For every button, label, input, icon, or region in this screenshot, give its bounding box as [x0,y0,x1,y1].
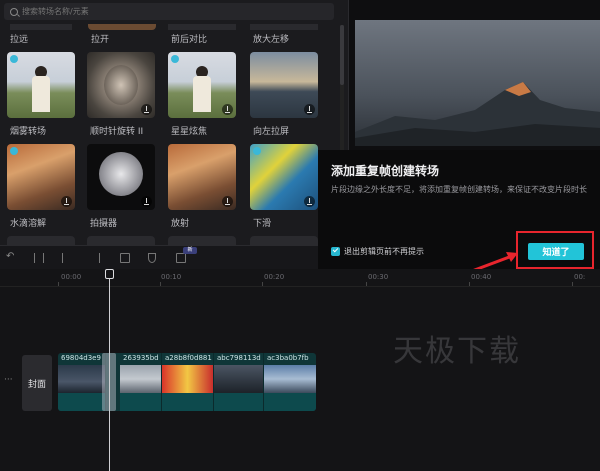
ruler-label: 00: [574,273,586,281]
timeline-panel: 00:00 00:10 00:20 00:30 00:40 00: ··· 封面… [0,269,600,471]
trim-left-icon[interactable] [62,253,72,263]
tile-label: 前后对比 [171,35,208,45]
playhead-handle[interactable] [105,269,114,279]
tile-label: 顺时针旋转 II [90,127,144,137]
preview-image [355,20,600,146]
video-clip[interactable]: 263935bd [120,353,162,411]
tile-label: 水滴溶解 [10,219,47,229]
ruler-label: 00:20 [264,273,285,281]
transition-tile-camera[interactable] [87,144,155,210]
video-clip[interactable]: abc798113d [214,353,264,411]
preview-panel [348,0,600,150]
download-icon[interactable] [222,196,233,207]
tile-top-partial[interactable] [250,24,318,30]
tile-top-partial[interactable] [88,24,156,30]
shield-icon[interactable] [148,253,156,263]
tile-label: 放大左移 [253,35,290,45]
new-badge: 新 [183,247,197,254]
tile-bottom-partial[interactable] [7,236,75,245]
clip-name: a28b8f0d881 [165,354,212,362]
tile-label: 拍摄器 [90,219,118,229]
playhead[interactable] [109,269,110,471]
scrollbar-thumb[interactable] [340,25,344,85]
transition-tile-radial[interactable] [168,144,236,210]
transition-tile-water[interactable] [7,144,75,210]
dialog-title: 添加重复帧创建转场 [331,164,440,178]
clip-name: ac3ba0b7fb [267,354,309,362]
tile-label: 向左拉屏 [253,127,290,137]
timeline-toolbar: ↶ 新 [0,245,318,269]
featured-icon [171,55,179,63]
split-icon[interactable] [34,253,44,263]
clip-name: abc798113d [217,354,261,362]
search-bar[interactable] [4,3,334,20]
tile-label: 拉开 [91,35,110,45]
download-icon[interactable] [304,104,315,115]
tile-label: 星星炫焦 [171,127,208,137]
tile-label: 下滑 [253,219,272,229]
tile-label: 拉远 [10,35,29,45]
more-options-button[interactable]: ··· [4,375,13,385]
clip-name: 263935bd [123,354,159,362]
ruler-label: 00:30 [368,273,389,281]
search-input[interactable] [22,7,322,16]
watermark: 天极下载 [393,334,521,369]
transition-tile-slide-down[interactable] [250,144,318,210]
ruler-label: 00:00 [61,273,82,281]
cover-button[interactable]: 封面 [22,355,52,411]
featured-icon [253,147,261,155]
tile-bottom-partial[interactable] [87,236,155,245]
download-icon[interactable] [141,196,152,207]
tile-bottom-partial[interactable] [250,236,318,245]
ruler-label: 00:40 [471,273,492,281]
transition-tile-rotate[interactable] [87,52,155,118]
transition-tile-star[interactable] [168,52,236,118]
freeze-frame-icon[interactable] [176,253,186,263]
download-icon[interactable] [61,196,72,207]
video-clip[interactable]: 69804d3e9 [58,353,106,411]
ruler-label: 00:10 [161,273,182,281]
download-icon[interactable] [304,196,315,207]
undo-icon[interactable]: ↶ [6,251,16,262]
featured-icon [10,55,18,63]
download-icon[interactable] [141,104,152,115]
video-clip[interactable]: a28b8f0d881 [162,353,214,411]
tile-label: 放射 [171,219,190,229]
highlight-box [516,231,594,269]
tile-top-partial[interactable] [168,24,236,30]
download-icon[interactable] [222,104,233,115]
search-icon [10,7,18,16]
video-clip[interactable]: ac3ba0b7fb [264,353,316,411]
tile-label: 烟雾转场 [10,127,47,137]
tile-bottom-partial[interactable] [168,236,236,245]
transition-library-panel: 拉远 拉开 前后对比 放大左移 烟雾转场 顺时针旋转 II 星星炫焦 向左拉屏 … [0,0,348,245]
trim-right-icon[interactable] [90,253,100,263]
dont-show-again-checkbox[interactable] [331,247,340,256]
checkbox-label: 退出剪辑页前不再提示 [344,247,424,256]
transition-tile-smoke[interactable] [7,52,75,118]
video-track[interactable]: 69804d3e9 263935bd a28b8f0d881 abc798113… [58,353,316,411]
time-ruler[interactable]: 00:00 00:10 00:20 00:30 00:40 00: [0,269,600,287]
dialog-message: 片段边缘之外长度不足，将添加重复帧创建转场，来保证不改变片段时长 [331,185,587,194]
tile-top-partial[interactable] [10,24,72,30]
delete-icon[interactable] [120,253,130,263]
featured-icon [10,147,18,155]
transition-tile-left-pull[interactable] [250,52,318,118]
clip-name: 69804d3e9 [61,354,101,362]
